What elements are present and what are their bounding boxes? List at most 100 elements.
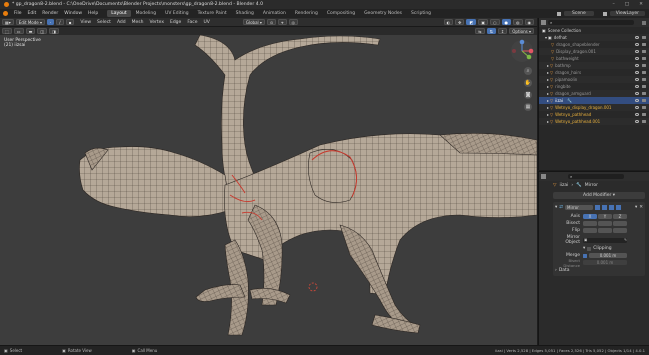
expand-arrow-icon[interactable]: ▸ [547,98,549,103]
flip-z-toggle[interactable] [613,228,627,233]
scene-selector[interactable]: Scene [564,11,594,16]
menu-window[interactable]: Window [61,11,85,16]
cage-toggle-icon[interactable] [602,205,608,210]
render-camera-icon[interactable] [642,64,646,67]
outliner-row[interactable]: ▸ ▽ ringbite [539,83,649,90]
menu-edge[interactable]: Edge [167,20,184,25]
outliner-row[interactable]: ▽ bathweight [539,55,649,62]
visibility-eye-icon[interactable] [635,113,639,116]
tab-compositing[interactable]: Compositing [323,10,359,17]
view-layer-selector[interactable]: ViewLayer [609,11,645,16]
transform-orientation-selector[interactable]: Global ▾ [242,19,265,25]
expand-arrow-icon[interactable]: ▸ [547,63,549,68]
render-camera-icon[interactable] [642,71,646,74]
options-dropdown[interactable]: Options ▾ [509,28,534,34]
visibility-eye-icon[interactable] [635,99,639,102]
wireframe-shading-icon[interactable]: ○ [490,19,500,25]
collapse-arrow-icon[interactable]: › [555,268,557,273]
menu-add[interactable]: Add [114,20,129,25]
flip-x-toggle[interactable] [583,228,597,233]
3d-viewport[interactable]: User Perspective (21) iizsai ⌕ ✋ ◙ ▦ [0,35,537,345]
merge-checkbox[interactable] [583,253,587,258]
modifier-name-field[interactable]: Mirror [565,205,594,210]
realtime-toggle-icon[interactable] [609,205,615,210]
tab-modeling[interactable]: Modeling [132,10,160,17]
vertex-select-button[interactable]: · [47,19,55,25]
expand-arrow-icon[interactable]: ▸ [547,112,549,117]
gizmo-icon[interactable]: ✥ [455,19,465,25]
outliner-row[interactable]: ▸ ▽ bathmp [539,62,649,69]
menu-mesh[interactable]: Mesh [129,20,147,25]
material-shading-icon[interactable]: ◍ [513,19,523,25]
visibility-eye-icon[interactable] [635,120,639,123]
pivot-icon[interactable]: ⊙ [266,19,277,25]
render-camera-icon[interactable] [642,106,646,109]
visibility-eye-icon[interactable] [635,106,639,109]
menu-face[interactable]: Face [184,20,200,25]
maximize-button[interactable]: □ [625,2,629,7]
render-camera-icon[interactable] [642,36,646,39]
select-mode-4-icon[interactable]: ◨ [49,28,59,34]
add-modifier-button[interactable]: Add Modifier ▾ [553,192,645,199]
visibility-eye-icon[interactable] [635,36,639,39]
visibility-eye-icon[interactable] [635,85,639,88]
modifier-delete-icon[interactable]: ✕ [639,205,643,210]
eyedropper-icon[interactable]: ✎ [624,238,627,242]
menu-vertex[interactable]: Vertex [147,20,167,25]
visibility-eye-icon[interactable] [635,71,639,74]
tab-scripting[interactable]: Scripting [407,10,435,17]
expand-arrow-icon[interactable]: ▸ [547,119,549,124]
tab-animation[interactable]: Animation [259,10,290,17]
mirror-z-toggle[interactable]: ↕ [497,28,508,34]
visibility-eye-icon[interactable] [635,64,639,67]
outliner-row[interactable]: ▸ ▽ dragon_armguard [539,90,649,97]
modifier-menu-icon[interactable]: ▾ [635,205,637,210]
flip-y-toggle[interactable] [598,228,612,233]
collapse-arrow-icon[interactable]: ▾ [583,246,585,251]
render-camera-icon[interactable] [642,57,646,60]
properties-editor-icon[interactable] [541,174,546,179]
outliner-row-selected[interactable]: ▸ ▽ iizai 🔧 [539,97,649,104]
visibility-eye-icon[interactable] [635,78,639,81]
xray-icon[interactable]: ▣ [478,19,488,25]
overlay-icon[interactable]: ◩ [466,19,477,25]
render-camera-icon[interactable] [642,78,646,81]
outliner-row[interactable]: ▸ ▽ pipamoolin [539,76,649,83]
camera-icon[interactable]: ◙ [524,91,532,99]
face-select-button[interactable]: ▪ [65,19,75,25]
navigation-gizmo[interactable] [510,39,534,63]
visibility-eye-icon[interactable] [635,57,639,60]
mirror-x-toggle[interactable]: ⇆ [475,28,485,34]
menu-render[interactable]: Render [39,11,61,16]
menu-file[interactable]: File [11,11,25,16]
mirror-object-field[interactable]: ▣ ✎ [583,237,627,243]
menu-select[interactable]: Select [94,20,114,25]
visibility-icon[interactable]: ◐ [443,19,454,25]
render-camera-icon[interactable] [642,113,646,116]
outliner-row[interactable]: ▸ ▽ Wetnyo_display_dragon.001 [539,104,649,111]
menu-help[interactable]: Help [85,11,101,16]
outliner-row[interactable]: ▽ Display_dragon.001 [539,48,649,55]
expand-arrow-icon[interactable]: ▸ [547,70,549,75]
outliner-row[interactable]: ▸ ▽ Wetnyo_pathhead [539,111,649,118]
snap-icon[interactable]: ⌖ [278,19,287,25]
blender-menu-icon[interactable] [3,11,8,16]
render-camera-icon[interactable] [642,50,646,53]
select-mode-1-icon[interactable]: ▭ [13,28,24,34]
mode-selector[interactable]: Edit Mode ▾ [15,19,45,25]
edge-select-button[interactable]: / [56,19,64,25]
tab-uv-editing[interactable]: UV Editing [161,10,192,17]
visibility-eye-icon[interactable] [635,92,639,95]
render-camera-icon[interactable] [642,85,646,88]
clipping-checkbox[interactable] [587,246,592,251]
outliner-row[interactable]: ▸ ▽ Wetnyo_pathhead.001 [539,118,649,125]
outliner-search-field[interactable]: ⌕ [548,20,634,25]
outliner-row[interactable]: ▾ ▣ defhat [539,34,649,41]
visibility-eye-icon[interactable] [635,50,639,53]
outliner-editor-icon[interactable] [541,20,546,25]
render-camera-icon[interactable] [642,99,646,102]
proportional-edit-icon[interactable]: ◎ [288,19,299,25]
visibility-eye-icon[interactable] [635,43,639,46]
expand-arrow-icon[interactable]: ▸ [547,77,549,82]
outliner-row[interactable]: ▽ dragon_shapeblender [539,41,649,48]
